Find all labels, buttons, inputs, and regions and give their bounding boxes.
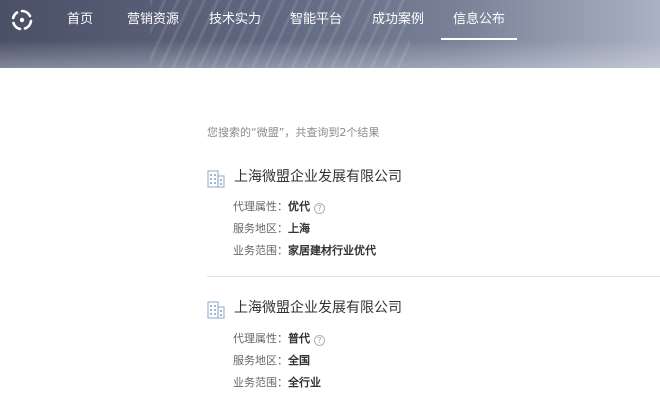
building-icon <box>207 301 225 319</box>
company-name[interactable]: 上海微盟企业发展有限公司 <box>234 166 402 188</box>
nav-item-cases[interactable]: 成功案例 <box>372 0 424 40</box>
business-scope-value: 全行业 <box>288 376 321 389</box>
company-name[interactable]: 上海微盟企业发展有限公司 <box>234 297 402 319</box>
nav-item-technology[interactable]: 技术实力 <box>209 0 261 40</box>
agent-attribute-label: 代理属性： <box>233 332 288 345</box>
service-region-value: 全国 <box>288 354 310 367</box>
agent-attribute-row: 代理属性：优代? <box>233 199 325 215</box>
hero-fade <box>0 40 660 68</box>
top-nav: 首页 营销资源 技术实力 智能平台 成功案例 信息公布 <box>0 0 660 40</box>
service-region-value: 上海 <box>288 222 310 235</box>
service-region-row: 服务地区：上海 <box>233 221 310 237</box>
service-region-label: 服务地区： <box>233 354 288 367</box>
nav-item-home[interactable]: 首页 <box>67 0 93 40</box>
result-divider <box>207 276 660 277</box>
agent-attribute-value: 普代 <box>288 332 310 345</box>
result-item: 上海微盟企业发展有限公司 代理属性：普代? 服务地区：全国 业务范围：全行业 <box>207 297 660 397</box>
nav-item-platform[interactable]: 智能平台 <box>290 0 342 40</box>
building-icon <box>207 170 225 188</box>
business-scope-row: 业务范围：家居建材行业优代 <box>233 243 376 259</box>
business-scope-label: 业务范围： <box>233 244 288 257</box>
help-icon[interactable]: ? <box>314 203 325 214</box>
business-scope-value: 家居建材行业优代 <box>288 244 376 257</box>
agent-attribute-value: 优代 <box>288 200 310 213</box>
help-icon[interactable]: ? <box>314 335 325 346</box>
search-summary: 您搜索的“微盟”，共查询到2个结果 <box>207 126 380 139</box>
nav-item-announcements[interactable]: 信息公布 <box>440 0 518 40</box>
business-scope-label: 业务范围： <box>233 376 288 389</box>
agent-attribute-row: 代理属性：普代? <box>233 331 325 347</box>
logo-icon[interactable] <box>10 8 34 32</box>
agent-attribute-label: 代理属性： <box>233 200 288 213</box>
result-item: 上海微盟企业发展有限公司 代理属性：优代? 服务地区：上海 业务范围：家居建材行… <box>207 166 660 266</box>
nav-item-marketing[interactable]: 营销资源 <box>127 0 179 40</box>
business-scope-row: 业务范围：全行业 <box>233 375 321 391</box>
service-region-row: 服务地区：全国 <box>233 353 310 369</box>
service-region-label: 服务地区： <box>233 222 288 235</box>
